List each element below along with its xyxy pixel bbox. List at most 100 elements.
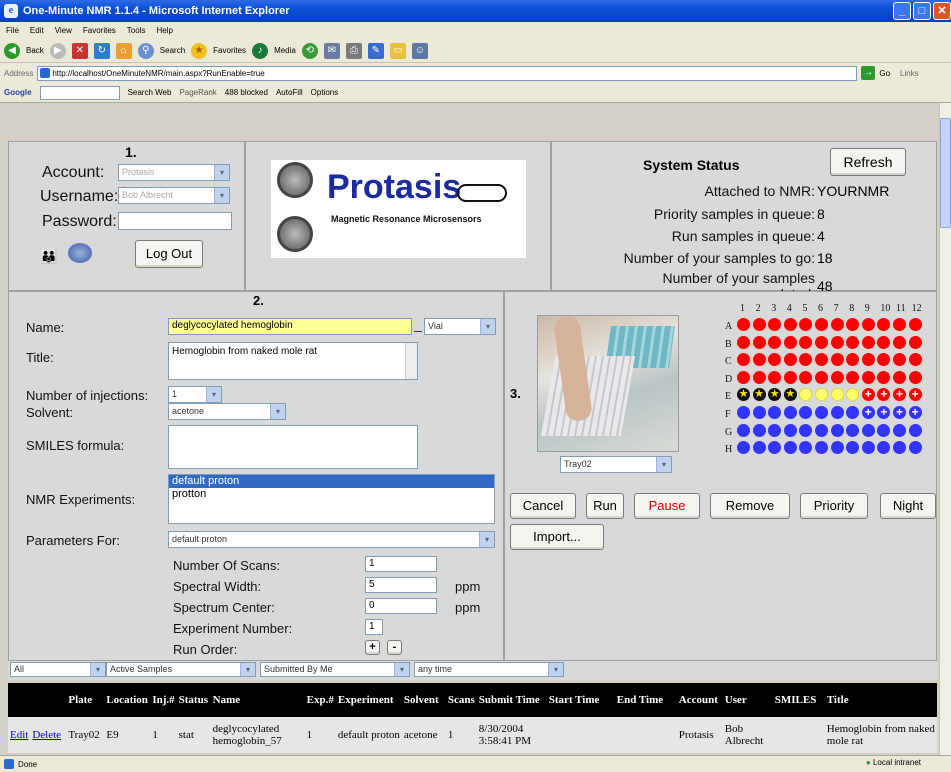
- title-scrollbar[interactable]: [405, 343, 417, 379]
- plate-well[interactable]: [846, 370, 860, 384]
- plate-well[interactable]: [737, 335, 750, 349]
- col-start[interactable]: Start Time: [546, 683, 615, 717]
- menu-help[interactable]: Help: [156, 26, 172, 35]
- google-blocked[interactable]: 488 blocked: [225, 88, 268, 97]
- plate-well[interactable]: [861, 423, 875, 437]
- plate-well[interactable]: +: [908, 388, 922, 402]
- samples-filter[interactable]: Active Samples ▾: [106, 662, 256, 677]
- plate-well[interactable]: [861, 370, 875, 384]
- plate-well[interactable]: [783, 370, 797, 384]
- plate-well[interactable]: [830, 388, 844, 402]
- plate-well[interactable]: [893, 423, 906, 437]
- experiment-item-protton[interactable]: protton: [169, 488, 494, 501]
- folder-icon[interactable]: ▭: [389, 42, 406, 59]
- brain-icon[interactable]: [68, 243, 92, 263]
- plate-well[interactable]: +: [861, 388, 875, 402]
- refresh-icon[interactable]: ↻: [93, 42, 110, 59]
- stop-icon[interactable]: ✕: [71, 42, 88, 59]
- plate-well[interactable]: +: [893, 406, 906, 419]
- solvent-select[interactable]: acetone ▾: [168, 403, 286, 420]
- pause-button[interactable]: Pause: [634, 493, 700, 519]
- run-order-down-button[interactable]: -: [387, 640, 402, 655]
- plate-well[interactable]: [830, 423, 844, 437]
- plate-well[interactable]: [877, 423, 891, 437]
- priority-button[interactable]: Priority: [800, 493, 868, 519]
- plate-well[interactable]: [861, 335, 875, 349]
- plate-well[interactable]: [752, 406, 766, 419]
- back-button[interactable]: Back: [26, 46, 44, 55]
- delete-link[interactable]: Delete: [32, 729, 61, 741]
- google-autofill[interactable]: AutoFill: [276, 88, 303, 97]
- plate-well[interactable]: [783, 353, 797, 367]
- plate-well[interactable]: [768, 423, 782, 437]
- col-user[interactable]: User: [722, 683, 773, 717]
- plate-well[interactable]: [830, 353, 844, 367]
- plate-well[interactable]: [783, 318, 797, 331]
- expnum-input[interactable]: 1: [365, 619, 383, 635]
- plate-well[interactable]: [783, 423, 797, 437]
- plate-well[interactable]: [846, 423, 860, 437]
- params-select[interactable]: default proton ▾: [168, 531, 495, 548]
- plate-well[interactable]: [830, 370, 844, 384]
- plate-well[interactable]: [752, 353, 766, 367]
- menu-favorites[interactable]: Favorites: [83, 26, 116, 35]
- experiment-item-default-proton[interactable]: default proton: [169, 475, 494, 488]
- plate-well[interactable]: [908, 335, 922, 349]
- plate-well[interactable]: [783, 406, 797, 419]
- search-button[interactable]: Search: [160, 46, 185, 55]
- remove-button[interactable]: Remove: [710, 493, 790, 519]
- width-input[interactable]: 5: [365, 577, 437, 593]
- go-button[interactable]: Go: [879, 69, 890, 78]
- plate-well[interactable]: [799, 423, 813, 437]
- plate-well[interactable]: [783, 441, 797, 455]
- name-input[interactable]: deglycocylated hemoglobin: [168, 318, 412, 335]
- plate-well[interactable]: [815, 423, 828, 437]
- col-inj[interactable]: Inj.#: [150, 683, 177, 717]
- col-solvent[interactable]: Solvent: [401, 683, 446, 717]
- plate-well[interactable]: [737, 318, 750, 331]
- col-smiles[interactable]: SMILES: [772, 683, 825, 717]
- plate-well[interactable]: ★: [752, 388, 766, 402]
- plate-well[interactable]: [783, 335, 797, 349]
- col-name[interactable]: Name: [210, 683, 305, 717]
- col-exp[interactable]: Exp.#: [304, 683, 336, 717]
- forward-icon[interactable]: ▶: [49, 42, 66, 59]
- plate-well[interactable]: [893, 335, 906, 349]
- cancel-button[interactable]: Cancel: [510, 493, 576, 519]
- go-icon[interactable]: →: [861, 66, 876, 80]
- password-input[interactable]: [118, 212, 232, 230]
- plate-well[interactable]: [815, 370, 828, 384]
- col-status[interactable]: Status: [176, 683, 211, 717]
- edit-link[interactable]: Edit: [10, 729, 28, 741]
- home-icon[interactable]: ⌂: [115, 42, 132, 59]
- plate-well[interactable]: [908, 353, 922, 367]
- address-input[interactable]: http://localhost/OneMinuteNMR/main.aspx?…: [37, 65, 858, 81]
- maximize-icon[interactable]: □: [913, 2, 931, 20]
- plate-well[interactable]: [815, 318, 828, 331]
- messenger-icon[interactable]: ☺: [411, 42, 428, 59]
- col-experiment[interactable]: Experiment: [335, 683, 402, 717]
- plate-well[interactable]: [815, 406, 828, 419]
- plate-well[interactable]: [799, 335, 813, 349]
- scope-filter[interactable]: All ▾: [10, 662, 106, 677]
- username-select[interactable]: Bob Albrecht ▾: [118, 187, 230, 204]
- print-icon[interactable]: ⎙: [345, 42, 362, 59]
- col-submit[interactable]: Submit Time: [476, 683, 547, 717]
- google-pagerank[interactable]: PageRank: [179, 88, 216, 97]
- col-scans[interactable]: Scans: [445, 683, 477, 717]
- plate-well[interactable]: [830, 318, 844, 331]
- plate-well[interactable]: [846, 335, 860, 349]
- time-filter[interactable]: any time ▾: [414, 662, 564, 677]
- plate-well[interactable]: [830, 335, 844, 349]
- plate-well[interactable]: [861, 441, 875, 455]
- title-input[interactable]: Hemoglobin from naked mole rat: [168, 342, 418, 380]
- plate-well[interactable]: +: [877, 388, 891, 402]
- plate-well[interactable]: ★: [737, 388, 750, 402]
- plate-well[interactable]: +: [861, 406, 875, 419]
- mail-icon[interactable]: ✉: [323, 42, 340, 59]
- google-search-input[interactable]: [39, 85, 120, 100]
- refresh-button[interactable]: Refresh: [830, 148, 906, 176]
- plate-well[interactable]: [830, 406, 844, 419]
- plate-well[interactable]: [877, 335, 891, 349]
- plate-well[interactable]: [737, 370, 750, 384]
